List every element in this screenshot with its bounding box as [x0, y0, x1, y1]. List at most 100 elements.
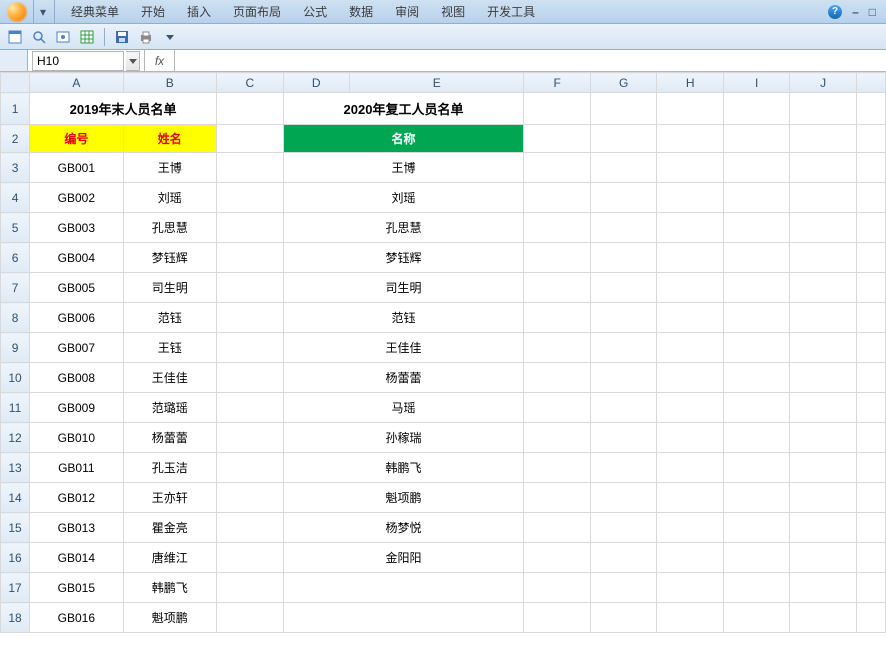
cell[interactable] [217, 393, 283, 423]
rowhead[interactable]: 15 [1, 513, 30, 543]
cell-rname[interactable]: 马瑶 [283, 393, 524, 423]
cell-id[interactable]: GB013 [30, 513, 123, 543]
cell[interactable] [856, 423, 885, 453]
cell[interactable] [657, 513, 723, 543]
cell[interactable] [790, 125, 856, 153]
toolbar-dropdown-icon[interactable] [161, 28, 179, 46]
cell[interactable] [790, 183, 856, 213]
colhead-G[interactable]: G [590, 73, 656, 93]
cell[interactable] [217, 483, 283, 513]
cell-id[interactable]: GB008 [30, 363, 123, 393]
cell[interactable] [657, 543, 723, 573]
cell-rname[interactable]: 金阳阳 [283, 543, 524, 573]
colhead-F[interactable]: F [524, 73, 590, 93]
cell[interactable] [790, 513, 856, 543]
cell-rname[interactable]: 韩鹏飞 [283, 453, 524, 483]
colhead-J[interactable]: J [790, 73, 856, 93]
cell[interactable] [590, 213, 656, 243]
colhead-I[interactable]: I [723, 73, 789, 93]
spreadsheet[interactable]: A B C D E F G H I J 1 2019年末人员名单 2020年复工… [0, 72, 886, 633]
cell-id[interactable]: GB010 [30, 423, 123, 453]
rowhead[interactable]: 10 [1, 363, 30, 393]
cell-id[interactable]: GB012 [30, 483, 123, 513]
title-right[interactable]: 2020年复工人员名单 [283, 93, 524, 125]
cell-name[interactable]: 孔思慧 [123, 213, 216, 243]
cell[interactable] [590, 183, 656, 213]
qat-dropdown-icon[interactable]: ▾ [40, 5, 48, 19]
header-name[interactable]: 姓名 [123, 125, 216, 153]
name-box[interactable] [32, 51, 124, 71]
colhead-A[interactable]: A [30, 73, 123, 93]
cell[interactable] [856, 183, 885, 213]
cell-name[interactable]: 唐维江 [123, 543, 216, 573]
cell-id[interactable]: GB009 [30, 393, 123, 423]
cell[interactable] [657, 393, 723, 423]
cell[interactable] [524, 453, 590, 483]
cell[interactable] [856, 363, 885, 393]
cell[interactable] [790, 573, 856, 603]
rowhead[interactable]: 14 [1, 483, 30, 513]
cell-id[interactable]: GB011 [30, 453, 123, 483]
cell[interactable] [856, 93, 885, 125]
cell[interactable] [723, 243, 789, 273]
cell-name[interactable]: 王钰 [123, 333, 216, 363]
cell-name[interactable]: 范钰 [123, 303, 216, 333]
cell[interactable] [790, 453, 856, 483]
cell[interactable] [723, 423, 789, 453]
cell-rname[interactable]: 司生明 [283, 273, 524, 303]
cell-name[interactable]: 梦钰辉 [123, 243, 216, 273]
rowhead[interactable]: 9 [1, 333, 30, 363]
cell-rname[interactable]: 刘瑶 [283, 183, 524, 213]
cell[interactable] [590, 453, 656, 483]
cell[interactable] [657, 243, 723, 273]
cell-name[interactable]: 王博 [123, 153, 216, 183]
cell[interactable] [723, 483, 789, 513]
cell-name[interactable]: 魁项鹏 [123, 603, 216, 633]
cell[interactable] [856, 273, 885, 303]
save-icon[interactable] [113, 28, 131, 46]
cell[interactable] [856, 573, 885, 603]
cell[interactable] [657, 453, 723, 483]
header-id[interactable]: 编号 [30, 125, 123, 153]
new-sheet-icon[interactable] [6, 28, 24, 46]
cell-id[interactable]: GB016 [30, 603, 123, 633]
formula-input[interactable] [175, 50, 886, 71]
cell[interactable] [590, 125, 656, 153]
tab-home[interactable]: 开始 [139, 0, 167, 24]
cell[interactable] [657, 125, 723, 153]
cell-rname[interactable]: 孔思慧 [283, 213, 524, 243]
cell[interactable] [723, 513, 789, 543]
rowhead[interactable]: 17 [1, 573, 30, 603]
cell-id[interactable]: GB015 [30, 573, 123, 603]
cell-name[interactable]: 孔玉洁 [123, 453, 216, 483]
cell[interactable] [723, 183, 789, 213]
rowhead[interactable]: 12 [1, 423, 30, 453]
cell[interactable] [790, 93, 856, 125]
cell[interactable] [657, 483, 723, 513]
select-all-corner[interactable] [1, 73, 30, 93]
cell[interactable] [524, 543, 590, 573]
cell[interactable] [524, 153, 590, 183]
cell[interactable] [790, 483, 856, 513]
cell-rname[interactable]: 王佳佳 [283, 333, 524, 363]
cell[interactable] [790, 603, 856, 633]
cell[interactable] [590, 243, 656, 273]
cell[interactable] [217, 333, 283, 363]
cell-id[interactable]: GB003 [30, 213, 123, 243]
rowhead[interactable]: 1 [1, 93, 30, 125]
cell[interactable] [790, 303, 856, 333]
rowhead[interactable]: 3 [1, 153, 30, 183]
cell[interactable] [590, 153, 656, 183]
cell[interactable] [790, 423, 856, 453]
cell[interactable] [590, 93, 656, 125]
cell-name[interactable]: 韩鹏飞 [123, 573, 216, 603]
cell[interactable] [590, 393, 656, 423]
cell[interactable] [524, 573, 590, 603]
cell[interactable] [590, 273, 656, 303]
cell[interactable] [856, 393, 885, 423]
cell[interactable] [856, 333, 885, 363]
preview-icon[interactable] [54, 28, 72, 46]
cell[interactable] [790, 393, 856, 423]
cell[interactable] [723, 333, 789, 363]
cell[interactable] [590, 303, 656, 333]
